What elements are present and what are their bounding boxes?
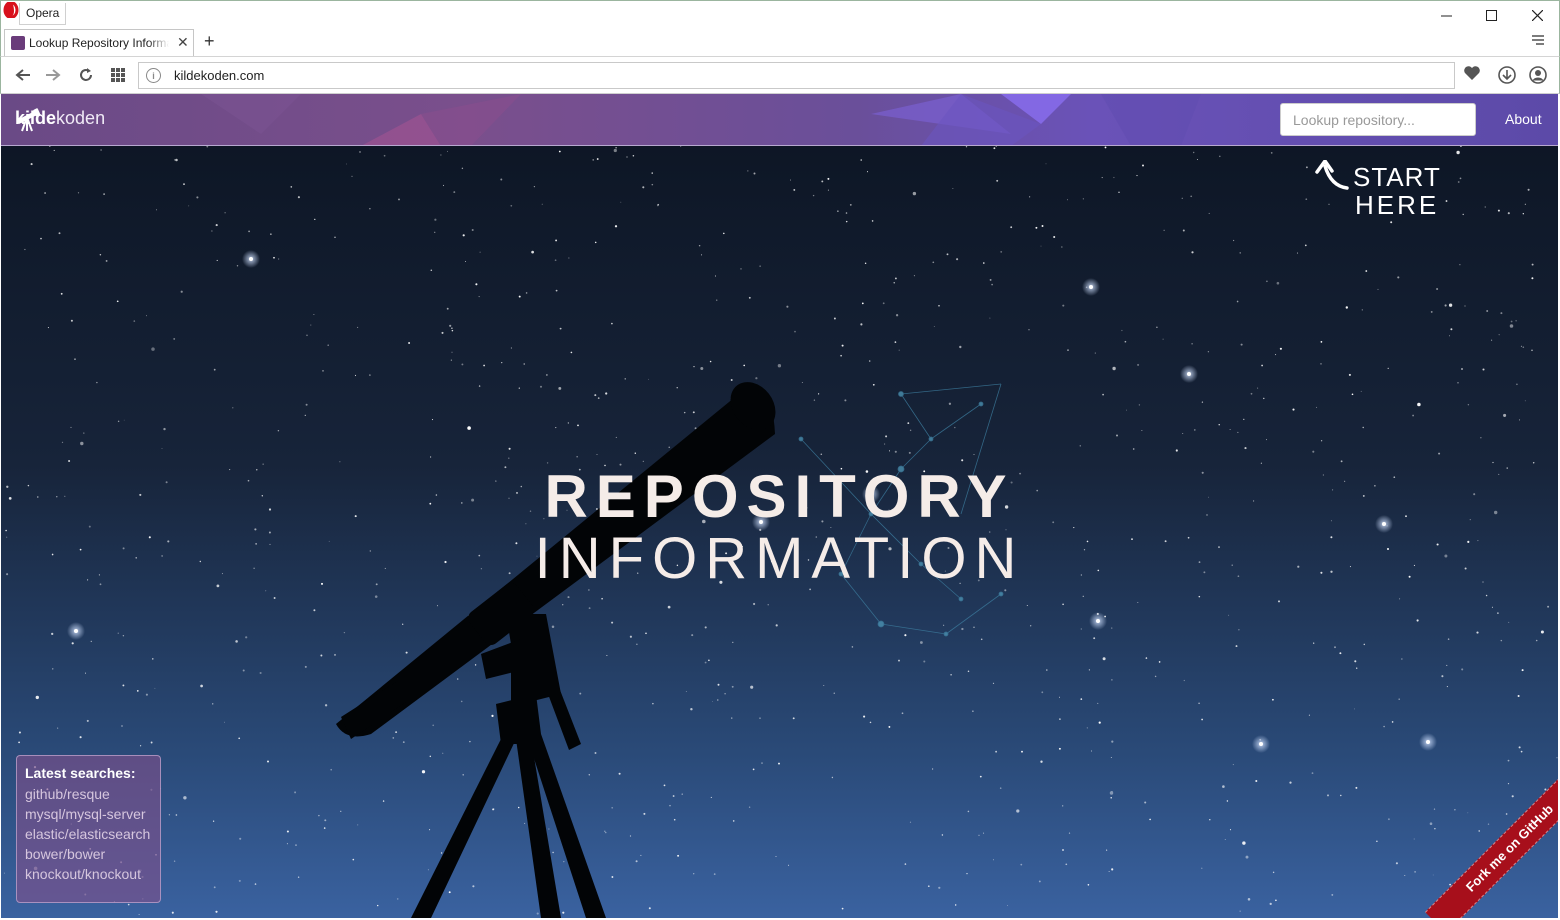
- latest-search-link[interactable]: github/resque: [25, 784, 152, 804]
- hero-title-line-2: INFORMATION: [534, 526, 1025, 591]
- fork-me-on-github-ribbon[interactable]: Fork me on GitHub: [1425, 774, 1558, 918]
- site-brand-logo[interactable]: kilde koden: [15, 108, 106, 132]
- start-here-line-1: START: [1353, 162, 1441, 192]
- curved-arrow-icon: [1315, 160, 1349, 190]
- fork-ribbon-container: Fork me on GitHub: [1415, 774, 1558, 918]
- tab-menu-icon: [1532, 35, 1544, 45]
- hero-title: REPOSITORY INFORMATION: [1, 466, 1558, 590]
- latest-search-link[interactable]: knockout/knockout: [25, 864, 152, 884]
- telescope-favicon-icon: [11, 36, 25, 50]
- downloads-button[interactable]: [1497, 65, 1517, 90]
- start-here-line-2: HERE: [1355, 190, 1440, 220]
- window-titlebar: Opera: [0, 0, 1560, 28]
- browser-toolbar: i kildekoden.com: [0, 56, 1560, 94]
- new-tab-button[interactable]: +: [204, 31, 215, 52]
- address-url[interactable]: kildekoden.com: [174, 68, 264, 83]
- latest-search-link[interactable]: mysql/mysql-server: [25, 804, 152, 824]
- forward-arrow-icon: [46, 69, 61, 81]
- tab-menu-button[interactable]: [1531, 33, 1545, 51]
- latest-search-link[interactable]: elastic/elasticsearch: [25, 824, 152, 844]
- latest-searches-title: Latest searches:: [25, 765, 136, 781]
- close-window-button[interactable]: [1514, 1, 1560, 29]
- hero-title-line-1: REPOSITORY: [544, 463, 1015, 530]
- back-button[interactable]: [13, 65, 33, 85]
- maximize-button[interactable]: [1468, 1, 1514, 29]
- start-here-hint: START HERE: [1313, 160, 1443, 220]
- browser-tab[interactable]: Lookup Repository Information ✕: [4, 29, 194, 56]
- tab-strip: Lookup Repository Information ✕ +: [0, 28, 1560, 56]
- web-page: kildekoden About START HERE REPOSITORY I…: [1, 94, 1558, 918]
- forward-button[interactable]: [43, 65, 63, 85]
- back-arrow-icon: [15, 69, 30, 81]
- maximize-icon: [1485, 9, 1497, 21]
- latest-search-link[interactable]: bower/bower: [25, 844, 152, 864]
- repository-search-input[interactable]: [1280, 103, 1476, 136]
- tab-title: Lookup Repository Information: [29, 36, 169, 50]
- app-name-label: Opera: [19, 3, 67, 25]
- download-icon: [1498, 66, 1516, 84]
- account-button[interactable]: [1528, 65, 1548, 90]
- grid-icon: [111, 68, 125, 82]
- reload-icon: [80, 68, 92, 81]
- latest-searches-panel: Latest searches: github/resque mysql/mys…: [16, 755, 161, 903]
- telescope-logo-icon: [17, 108, 41, 132]
- site-navbar: kildekoden About: [1, 94, 1558, 146]
- opera-logo-icon: [3, 2, 19, 18]
- speed-dial-button[interactable]: [108, 65, 128, 85]
- brand-name-light: koden: [56, 108, 106, 128]
- address-bar[interactable]: i kildekoden.com: [138, 62, 1455, 89]
- user-icon: [1529, 66, 1547, 84]
- minimize-button[interactable]: [1423, 1, 1469, 29]
- site-info-icon[interactable]: i: [146, 68, 161, 83]
- reload-button[interactable]: [76, 65, 96, 85]
- tab-close-icon[interactable]: ✕: [177, 34, 189, 51]
- heart-icon: [1464, 66, 1480, 80]
- about-link[interactable]: About: [1505, 111, 1542, 127]
- minimize-icon: [1440, 15, 1452, 16]
- bookmark-heart-button[interactable]: [1463, 65, 1481, 86]
- close-icon: [1531, 9, 1543, 21]
